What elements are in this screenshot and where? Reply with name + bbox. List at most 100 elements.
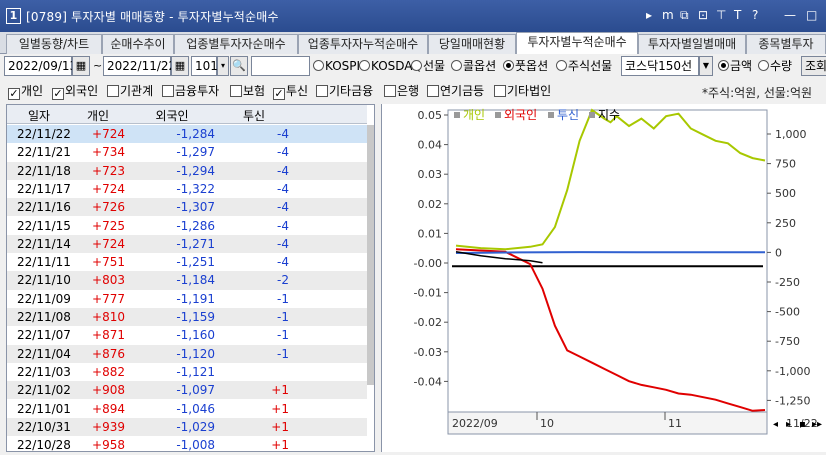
chart-nav-icon[interactable]: ▪ <box>799 419 806 430</box>
cell-date: 22/11/08 <box>17 310 71 324</box>
search-icon[interactable]: 🔍 <box>230 56 248 76</box>
radio-amount[interactable]: 금액 <box>718 58 752 74</box>
minimize-icon[interactable]: — <box>784 8 796 22</box>
table-row[interactable]: 22/11/09 +777 -1,191 -1 <box>7 290 367 308</box>
cell-individual: +777 <box>92 291 125 306</box>
start-date-input[interactable]: 2022/09/13 <box>4 56 77 76</box>
cell-date: 22/11/22 <box>17 127 71 141</box>
pin-icon[interactable]: ⊤ <box>716 8 726 22</box>
radio-futures[interactable]: 선물 <box>411 58 445 74</box>
cell-trust: -4 <box>277 236 289 251</box>
cell-date: 22/11/10 <box>17 273 71 288</box>
table-row[interactable]: 22/11/17 +724 -1,322 -4 <box>7 180 367 198</box>
table-row[interactable]: 22/11/01 +894 -1,046 +1 <box>7 400 367 418</box>
tab-investor-daily[interactable]: 투자자별일별매매 <box>638 34 746 54</box>
cell-foreign: -1,160 <box>176 328 215 343</box>
left-tick-label: 0.01 <box>418 227 443 240</box>
spin-icon[interactable]: ▾ <box>217 56 229 76</box>
filter-institution[interactable]: 기관계 <box>107 84 153 98</box>
copy-window-icon[interactable]: ⧉ <box>680 8 689 23</box>
cell-foreign: -1,297 <box>176 145 215 160</box>
font-icon[interactable]: T <box>734 8 741 22</box>
table-row[interactable]: 22/11/16 +726 -1,307 -4 <box>7 198 367 217</box>
cell-foreign: -1,008 <box>176 438 215 452</box>
radio-kospi[interactable]: KOSPI <box>313 58 360 74</box>
radio-stock-futures[interactable]: 주식선물 <box>556 58 612 74</box>
cell-foreign: -1,271 <box>176 236 215 251</box>
table-row[interactable]: 22/10/28 +958 -1,008 +1 <box>7 436 367 452</box>
cell-foreign: -1,184 <box>176 273 215 288</box>
table-row[interactable]: 22/11/02 +908 -1,097 +1 <box>7 381 367 400</box>
query-button[interactable]: 조회 <box>801 56 826 76</box>
cell-individual: +810 <box>92 310 125 324</box>
table-row[interactable]: 22/11/18 +723 -1,294 -4 <box>7 161 367 180</box>
table-scrollbar[interactable] <box>367 125 374 385</box>
filter-pension[interactable]: 연기금등 <box>427 84 484 98</box>
table-row[interactable]: 22/10/31 +939 -1,029 +1 <box>7 417 367 437</box>
cell-trust: +1 <box>271 438 289 452</box>
legend-marker <box>454 112 460 118</box>
cell-individual: +882 <box>92 364 125 379</box>
end-date-input[interactable]: 2022/11/22 <box>103 56 176 76</box>
cumulative-chart: 0.05 0.04 0.03 0.02 0.01 -0.00 -0.01 -0.02 -0.03… <box>381 104 826 452</box>
table-row[interactable]: 22/11/14 +724 -1,271 -4 <box>7 234 367 254</box>
filter-bank[interactable]: 은행 <box>384 84 419 98</box>
cell-date: 22/11/04 <box>17 346 71 361</box>
chart-nav-icon[interactable]: ◂ <box>773 419 778 430</box>
filter-individual[interactable]: ✓ 개인 <box>8 84 43 100</box>
cell-individual: +726 <box>92 200 125 215</box>
table-row[interactable]: 22/11/15 +725 -1,286 -4 <box>7 217 367 235</box>
tab-today-trading[interactable]: 당일매매현황 <box>428 34 516 54</box>
filter-trust[interactable]: ✓ 투신 <box>273 84 308 100</box>
filter-financial-investment[interactable]: 금융투자 <box>162 84 219 98</box>
header-individual[interactable]: 개인 <box>71 107 125 124</box>
table-row[interactable]: 22/11/11 +751 -1,251 -4 <box>7 253 367 271</box>
radio-put-option[interactable]: 풋옵션 <box>503 58 548 74</box>
header-date[interactable]: 일자 <box>9 107 69 124</box>
m-icon[interactable]: m <box>662 8 674 22</box>
cell-individual: +724 <box>92 236 125 251</box>
filter-foreign[interactable]: ✓ 외국인 <box>52 84 98 100</box>
header-trust[interactable]: 투신 <box>219 107 289 124</box>
layout-icon[interactable]: ⊡ <box>698 8 708 22</box>
calendar-icon[interactable]: ▦ <box>72 56 90 76</box>
window-title: [0789] 투자자별 매매동향 - 투자자별누적순매수 <box>26 10 279 24</box>
table-row[interactable]: 22/11/04 +876 -1,120 -1 <box>7 344 367 363</box>
help-icon[interactable]: ? <box>752 8 758 22</box>
table-row[interactable]: 22/11/10 +803 -1,184 -2 <box>7 271 367 290</box>
maximize-icon[interactable]: □ <box>806 8 817 22</box>
window-number-badge: 1 <box>6 8 21 24</box>
cell-date: 22/11/21 <box>17 145 71 160</box>
cell-foreign: -1,294 <box>176 163 215 178</box>
tab-daily-trend[interactable]: 일별동향/차트 <box>6 34 102 54</box>
index-select[interactable]: 코스닥150선 <box>621 56 699 76</box>
chart-nav-icon[interactable]: ▸ <box>786 419 791 430</box>
tab-net-buy-trend[interactable]: 순매수추이 <box>102 34 174 54</box>
tab-sector-cumulative[interactable]: 업종투자자누적순매수 <box>298 34 428 54</box>
cell-trust: -4 <box>277 218 289 233</box>
x-tick-label: 10 <box>540 417 554 430</box>
table-row[interactable]: 22/11/08 +810 -1,159 -1 <box>7 308 367 327</box>
cell-individual: +751 <box>92 255 125 270</box>
code-input[interactable] <box>251 56 310 76</box>
chart-nav-icon[interactable]: ▸▸ <box>812 419 822 430</box>
table-row[interactable]: 22/11/03 +882 -1,121 <box>7 363 367 381</box>
calendar-icon[interactable]: ▦ <box>171 56 189 76</box>
right-tick-label: -750 <box>775 335 800 348</box>
filter-insurance[interactable]: 보험 <box>230 84 265 98</box>
chevron-down-icon[interactable]: ▼ <box>699 56 713 76</box>
arrow-icon[interactable]: ▸ <box>646 8 652 22</box>
table-row[interactable]: 22/11/07 +871 -1,160 -1 <box>7 326 367 344</box>
header-foreign[interactable]: 외국인 <box>129 107 215 124</box>
tab-sector-investor[interactable]: 업종별투자자순매수 <box>174 34 298 54</box>
table-row[interactable]: 22/11/22 +724 -1,284 -4 <box>7 125 367 144</box>
tab-investor-cumulative[interactable]: 투자자별누적순매수 <box>516 32 638 54</box>
right-tick-label: 0 <box>775 246 782 259</box>
tab-stock-investor[interactable]: 종목별투자 <box>746 34 826 54</box>
radio-call-option[interactable]: 콜옵션 <box>451 58 496 74</box>
radio-quantity[interactable]: 수량 <box>758 58 792 74</box>
count-input[interactable]: 101 <box>191 56 218 76</box>
filter-other-finance[interactable]: 기타금융 <box>316 84 373 98</box>
filter-other-corp[interactable]: 기타법인 <box>494 84 551 98</box>
table-row[interactable]: 22/11/21 +734 -1,297 -4 <box>7 143 367 161</box>
